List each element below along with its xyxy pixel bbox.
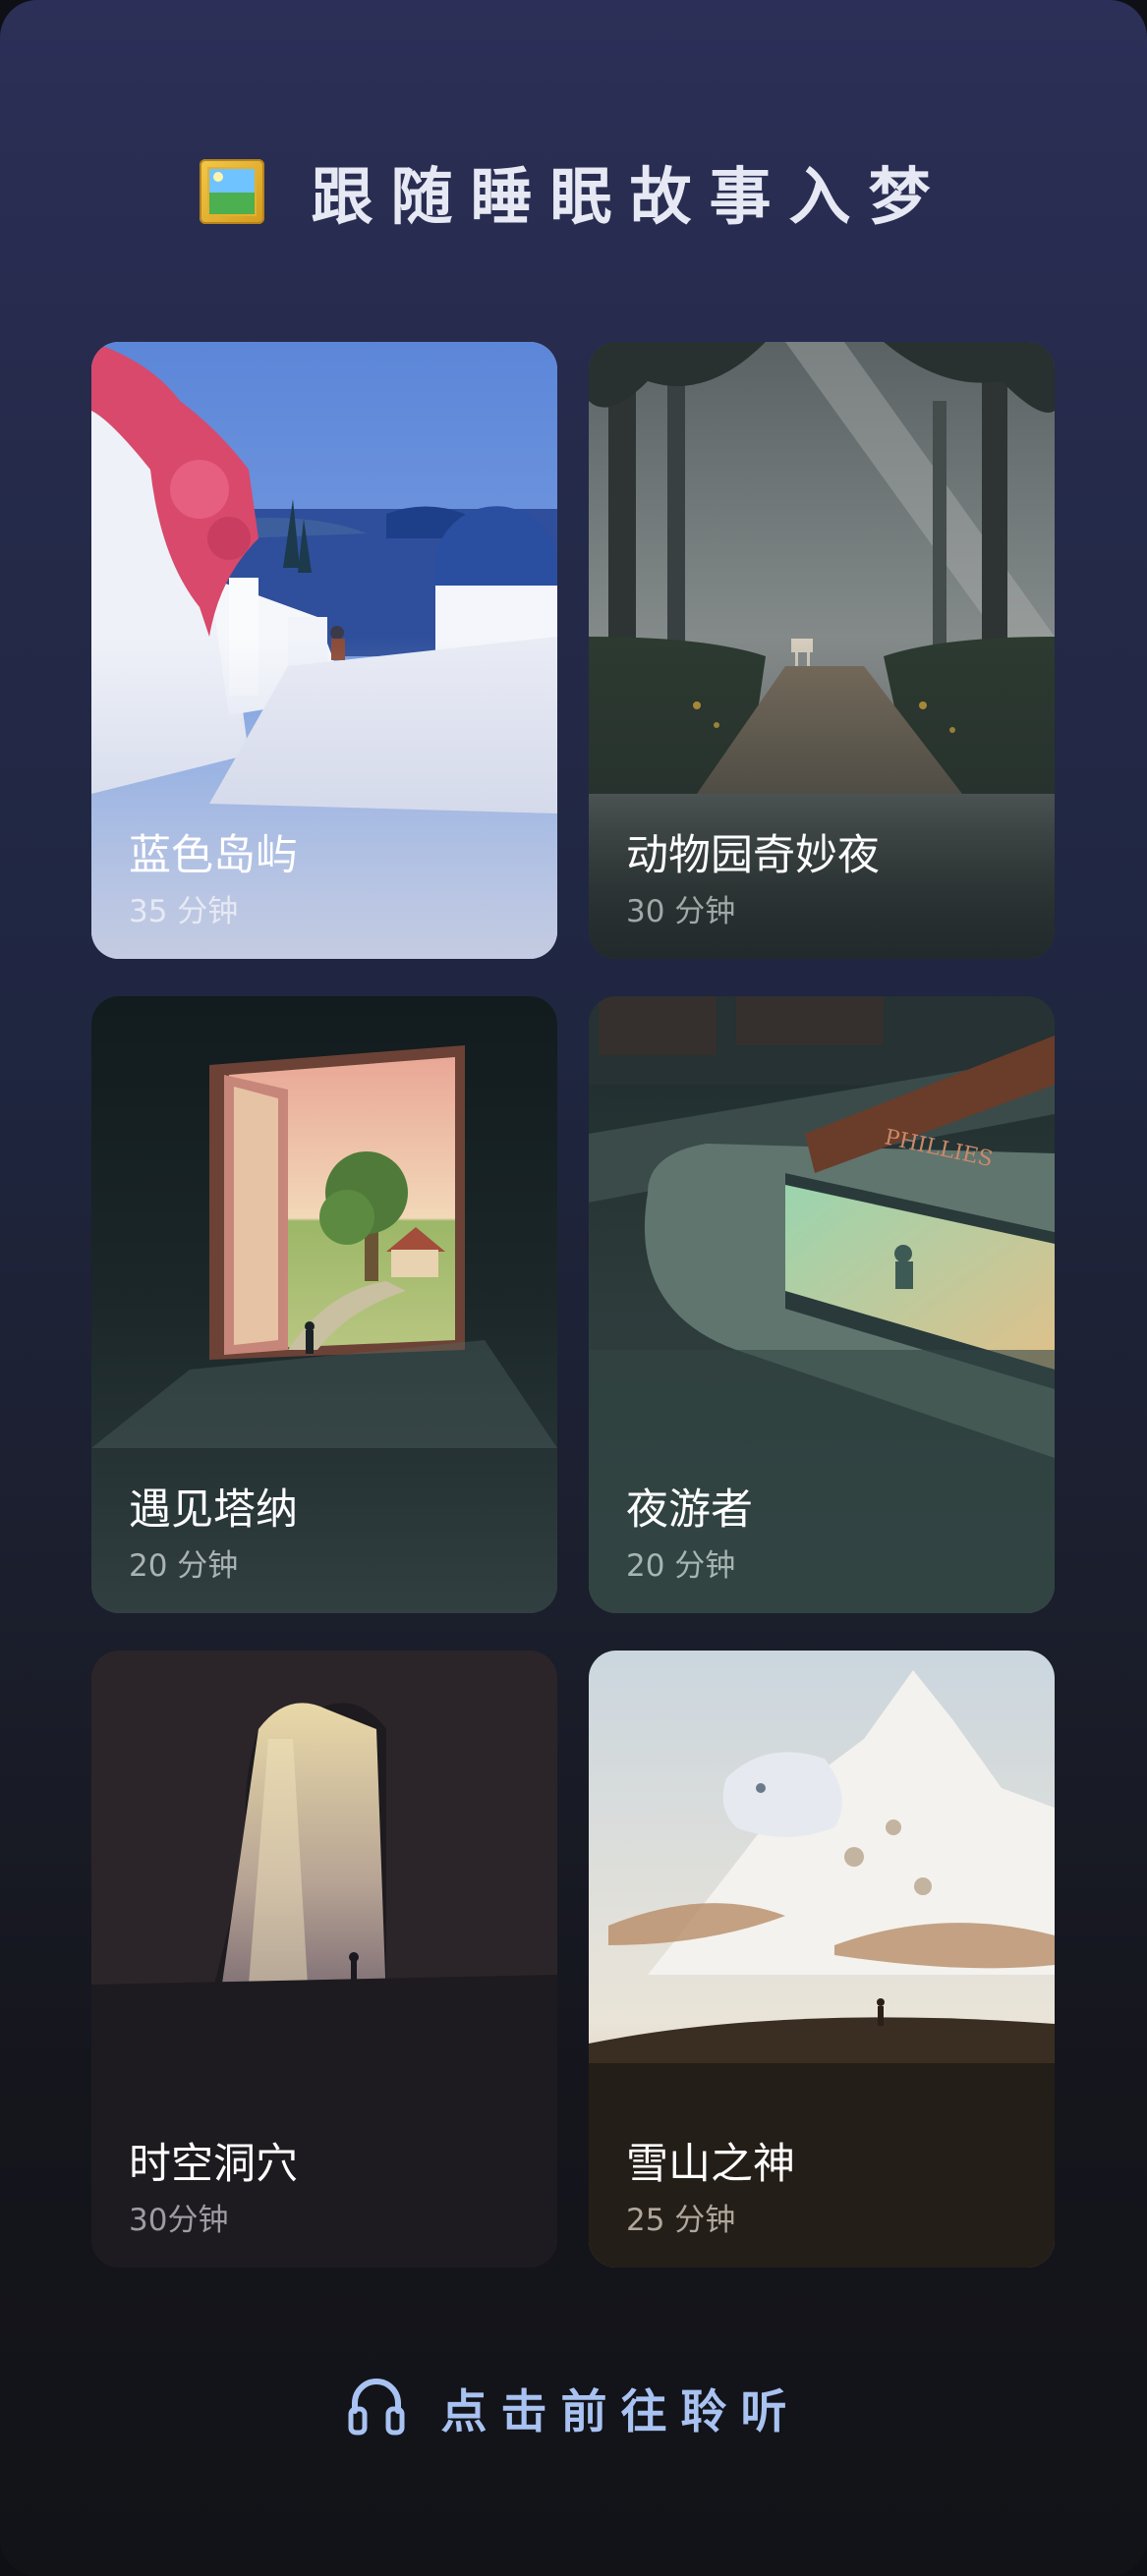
listen-now-button[interactable]: 点击前往聆听 — [0, 2363, 1147, 2451]
story-duration: 25 分钟 — [626, 2203, 736, 2238]
story-title: 时空洞穴 — [129, 2140, 298, 2189]
listen-now-label: 点击前往聆听 — [440, 2384, 801, 2439]
story-duration: 20 分钟 — [626, 1548, 736, 1584]
story-title: 雪山之神 — [626, 2140, 795, 2189]
story-card-zoo-night[interactable]: 动物园奇妙夜 30 分钟 — [589, 342, 1055, 959]
story-duration: 30 分钟 — [626, 894, 736, 929]
story-duration: 35 分钟 — [129, 894, 239, 929]
sleep-stories-panel: 跟随睡眠故事入梦 蓝色岛屿 35 分钟 动物园奇妙夜 30 分钟 遇见塔纳 20… — [0, 0, 1147, 2576]
story-card-meet-tana[interactable]: 遇见塔纳 20 分钟 — [91, 996, 557, 1613]
story-card-time-cave[interactable]: 时空洞穴 30分钟 — [91, 1651, 557, 2268]
story-grid: 蓝色岛屿 35 分钟 动物园奇妙夜 30 分钟 遇见塔纳 20 分钟 PHILL… — [0, 0, 1147, 2576]
story-duration: 20 分钟 — [129, 1548, 239, 1584]
story-title: 夜游者 — [626, 1485, 753, 1535]
story-title: 遇见塔纳 — [129, 1485, 298, 1535]
story-title: 动物园奇妙夜 — [626, 831, 880, 880]
story-title: 蓝色岛屿 — [129, 831, 298, 880]
headphones-icon — [347, 2374, 406, 2440]
story-duration: 30分钟 — [129, 2203, 229, 2238]
story-card-night-walker[interactable]: PHILLIES 夜游者 20 分钟 — [589, 996, 1055, 1613]
story-card-snow-mountain-god[interactable]: 雪山之神 25 分钟 — [589, 1651, 1055, 2268]
story-card-blue-island[interactable]: 蓝色岛屿 35 分钟 — [91, 342, 557, 959]
